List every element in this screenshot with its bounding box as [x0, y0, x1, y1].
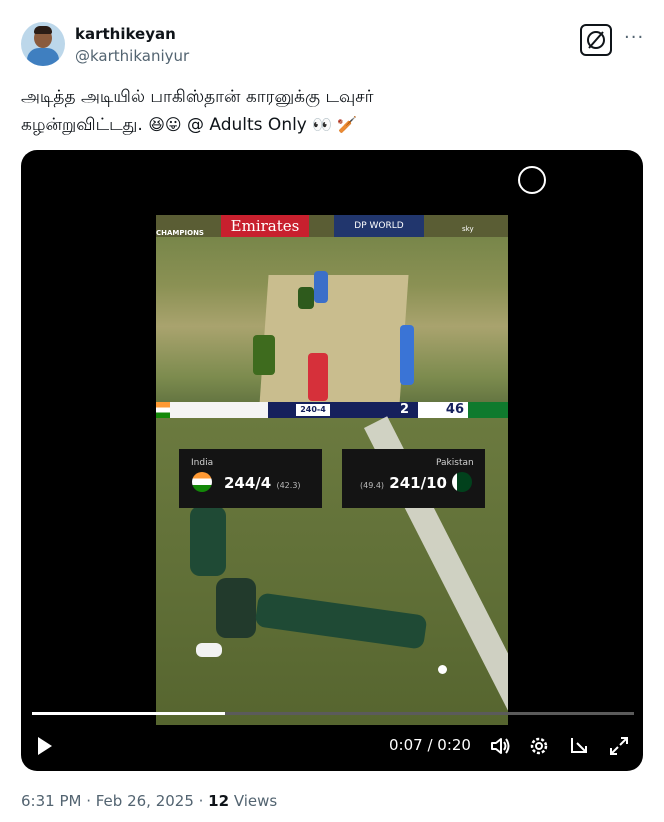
frame-broadcast: Emirates DP WORLD CHAMPIONS sky 240-4 2 …: [156, 215, 508, 418]
volume-icon[interactable]: [489, 735, 511, 761]
score-bar: 240-4 2 46: [156, 402, 508, 418]
progress-fill[interactable]: [32, 712, 225, 715]
laughing-tongue-emoji: 😆😛: [148, 115, 182, 134]
overlay-team-india: India: [191, 458, 214, 468]
more-icon[interactable]: ···: [624, 27, 644, 48]
ad-broadcaster: sky: [462, 225, 474, 233]
author-name[interactable]: karthikeyan: [75, 25, 176, 43]
overlay-score-pakistan: 241/10: [389, 474, 447, 492]
view-count: 12: [208, 792, 230, 810]
gear-icon[interactable]: [528, 735, 550, 761]
video-player[interactable]: Emirates DP WORLD CHAMPIONS sky 240-4 2 …: [21, 150, 643, 771]
overlay-overs-pakistan: (49.4): [360, 481, 385, 490]
time-display: 0:07 / 0:20: [389, 736, 471, 754]
play-icon[interactable]: [38, 737, 52, 755]
overlay-india: India 244/4 (42.3): [179, 449, 322, 508]
eyes-cricket-emoji: 👀 🏏: [312, 115, 358, 134]
overlay-team-pakistan: Pakistan: [436, 458, 474, 468]
tweet-text: அடித்த அடியில் பாகிஸ்தான் காரனுக்கு டவுச…: [21, 84, 641, 139]
ad-emirates: Emirates: [221, 215, 309, 237]
avatar[interactable]: [21, 22, 65, 66]
ad-champions: CHAMPIONS: [156, 229, 204, 237]
tweet-meta: 6:31 PM · Feb 26, 2025 · 12 Views: [21, 792, 277, 810]
grok-icon[interactable]: [580, 24, 612, 56]
india-flag-icon: [192, 472, 212, 492]
author-handle[interactable]: @karthikaniyur: [75, 47, 189, 65]
pakistan-flag-icon: [452, 472, 472, 492]
fullscreen-icon[interactable]: [608, 735, 630, 761]
video-top-circle-icon: [518, 166, 546, 194]
tweet-line-2-tail: @ Adults Only: [186, 115, 307, 135]
scorebar-score: 240-4: [296, 404, 330, 416]
scorebar-number: 2: [400, 402, 410, 417]
ad-dpworld: DP WORLD: [334, 215, 424, 237]
views-label: Views: [233, 792, 278, 810]
picture-in-picture-icon[interactable]: [568, 735, 590, 761]
timestamp[interactable]: 6:31 PM · Feb 26, 2025 ·: [21, 792, 208, 810]
overlay-score-india: 244/4: [224, 474, 272, 492]
tweet-line-1: அடித்த அடியில் பாகிஸ்தான் காரனுக்கு டவுச…: [21, 87, 374, 107]
tweet-line-2-text: கழன்றுவிட்டது.: [21, 115, 143, 135]
tweet-line-2: கழன்றுவிட்டது. 😆😛 @ Adults Only 👀 🏏: [21, 111, 641, 139]
scorebar-big-number: 46: [418, 402, 468, 418]
overlay-overs-india: (42.3): [276, 481, 301, 490]
tweet: karthikeyan @karthikaniyur ··· அடித்த அட…: [0, 0, 664, 822]
overlay-pakistan: Pakistan (49.4) 241/10: [342, 449, 485, 508]
